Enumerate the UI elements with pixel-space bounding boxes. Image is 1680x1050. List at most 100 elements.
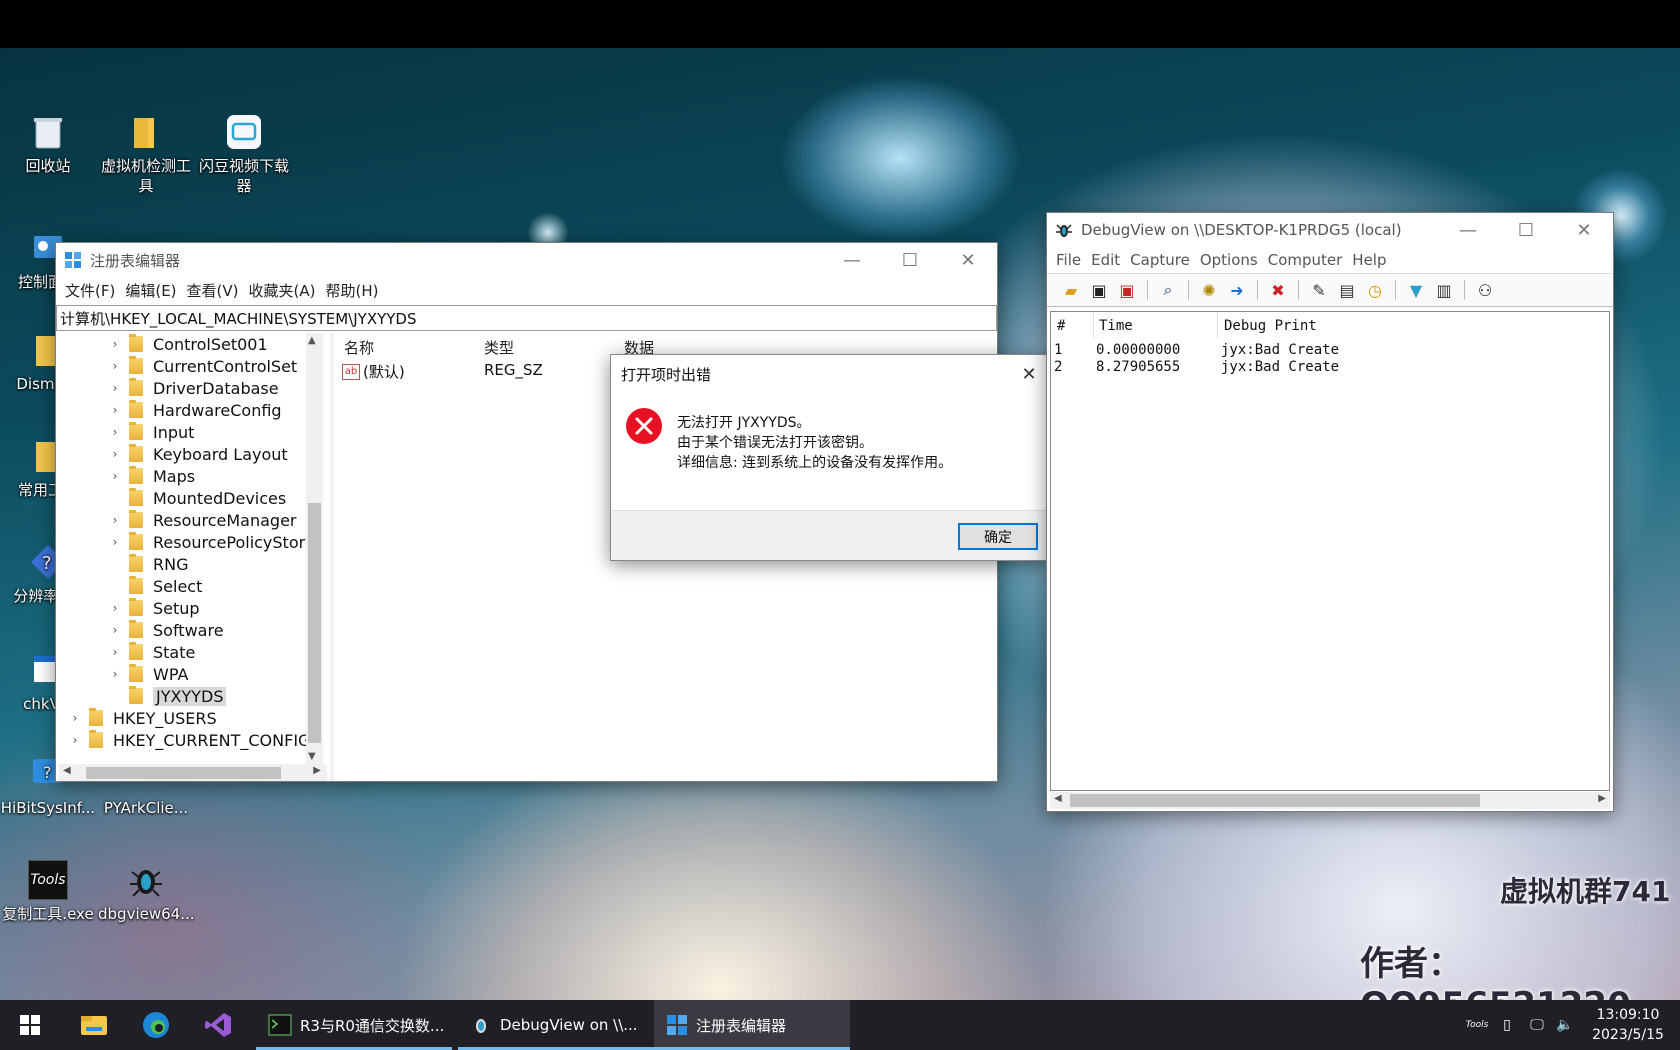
tree-node[interactable]: › Setup	[107, 597, 200, 619]
menu-view[interactable]: 查看(V)	[182, 280, 244, 301]
maximize-button[interactable]: ☐	[881, 243, 939, 277]
address-bar[interactable]: 计算机\HKEY_LOCAL_MACHINE\SYSTEM\JYXYYDS	[56, 305, 997, 331]
menu-favorites[interactable]: 收藏夹(A)	[244, 280, 321, 301]
tree-hscroll-thumb[interactable]	[86, 767, 281, 779]
history-icon[interactable]: ▤	[1333, 279, 1361, 301]
tree-node[interactable]: › State	[107, 641, 195, 663]
menu-help[interactable]: 帮助(H)	[320, 280, 383, 301]
tree-node[interactable]: › CurrentControlSet	[107, 355, 297, 377]
menu-file[interactable]: 文件(F)	[60, 280, 120, 301]
maximize-button[interactable]: ☐	[1497, 213, 1555, 247]
close-button[interactable]: ✕	[1555, 213, 1613, 247]
clear-icon[interactable]: ✖	[1264, 279, 1292, 301]
save-icon[interactable]: ▣	[1085, 279, 1113, 301]
expand-chevron-icon[interactable]: ›	[107, 359, 123, 373]
desktop-icon-dbgview[interactable]: dbgview64...	[98, 860, 195, 924]
expand-chevron-icon[interactable]: ›	[107, 535, 123, 549]
scroll-left-icon[interactable]: ◀	[1054, 793, 1062, 804]
highlight-icon[interactable]: ▼	[1402, 279, 1430, 301]
file-explorer-button[interactable]	[70, 1000, 118, 1050]
column-debug-print[interactable]: Debug Print	[1224, 318, 1317, 334]
scroll-left-icon[interactable]: ◀	[63, 765, 71, 776]
minimize-button[interactable]: —	[1439, 213, 1497, 247]
tree-node[interactable]: › ResourcePolicyStore	[107, 531, 315, 553]
tree-scroll-thumb[interactable]	[308, 503, 321, 743]
expand-chevron-icon[interactable]: ›	[107, 645, 123, 659]
expand-chevron-icon[interactable]: ›	[107, 667, 123, 681]
expand-chevron-icon[interactable]: ›	[107, 381, 123, 395]
tree-node[interactable]: › Input	[107, 421, 194, 443]
task-regedit[interactable]: 注册表编辑器	[654, 1000, 850, 1050]
column-name[interactable]: 名称	[344, 337, 374, 358]
tree-node[interactable]: › Maps	[107, 465, 195, 487]
scroll-right-icon[interactable]: ▶	[1598, 793, 1606, 804]
tree-node[interactable]: › ResourceManager	[107, 509, 297, 531]
filter-icon[interactable]: ✎	[1305, 279, 1333, 301]
network-icon[interactable]: 🖵	[1524, 1000, 1550, 1050]
edge-button[interactable]	[132, 1000, 180, 1050]
column-time[interactable]: Time	[1099, 318, 1133, 334]
close-button[interactable]: ✕	[939, 243, 997, 277]
tree-node[interactable]: › HKEY_USERS	[67, 707, 217, 729]
expand-chevron-icon[interactable]: ›	[107, 601, 123, 615]
tree-node[interactable]: Select	[107, 575, 202, 597]
task-r3-r0[interactable]: R3与R0通信交换数...	[256, 1000, 452, 1050]
expand-chevron-icon[interactable]: ›	[107, 513, 123, 527]
capture-icon[interactable]: ✺	[1195, 279, 1223, 301]
scroll-right-icon[interactable]: ▶	[313, 765, 321, 776]
highlight-colors-icon[interactable]: ▥	[1430, 279, 1458, 301]
visual-studio-button[interactable]	[194, 1000, 242, 1050]
expand-chevron-icon[interactable]: ›	[107, 469, 123, 483]
expand-chevron-icon[interactable]: ›	[67, 733, 83, 747]
expand-chevron-icon[interactable]: ›	[107, 403, 123, 417]
usb-icon[interactable]: ▯	[1496, 1000, 1518, 1050]
value-row[interactable]: ab (默认)	[342, 361, 405, 382]
desktop-icon-copy-tool[interactable]: Tools 复制工具.exe	[0, 860, 96, 924]
clock-icon[interactable]: ◷	[1361, 279, 1389, 301]
binoculars-icon[interactable]: ⚇	[1471, 279, 1499, 301]
column-number[interactable]: #	[1057, 318, 1065, 334]
clock[interactable]: 13:09:10 2023/5/15	[1580, 1000, 1676, 1050]
menu-help[interactable]: Help	[1347, 251, 1391, 269]
expand-chevron-icon[interactable]: ›	[107, 623, 123, 637]
desktop-icon-vm-detect[interactable]: 虚拟机检测工具	[98, 112, 194, 196]
tree-node[interactable]: › DriverDatabase	[107, 377, 279, 399]
tree-node[interactable]: › HKEY_CURRENT_CONFIG	[67, 729, 310, 751]
tray-tools[interactable]: Tools	[1462, 1000, 1492, 1050]
expand-chevron-icon[interactable]: ›	[107, 425, 123, 439]
pane-splitter[interactable]	[330, 333, 334, 781]
menu-edit[interactable]: Edit	[1086, 251, 1125, 269]
desktop-icon-video-downloader[interactable]: 闪豆视频下载器	[196, 112, 292, 196]
open-icon[interactable]: ▰	[1057, 279, 1085, 301]
task-debugview[interactable]: DebugView on \\...	[458, 1000, 654, 1050]
tree-node[interactable]: MountedDevices	[107, 487, 286, 509]
tree-node[interactable]: › WPA	[107, 663, 188, 685]
menu-file[interactable]: File	[1051, 251, 1086, 269]
menu-options[interactable]: Options	[1195, 251, 1263, 269]
volume-icon[interactable]: 🔈	[1552, 1000, 1578, 1050]
dialog-close-button[interactable]: ✕	[1007, 355, 1051, 393]
scroll-up-icon[interactable]: ▲	[308, 335, 316, 346]
autoscroll-icon[interactable]: ➜	[1223, 279, 1251, 301]
scroll-down-icon[interactable]: ▼	[308, 751, 316, 762]
minimize-button[interactable]: —	[823, 243, 881, 277]
tree-node[interactable]: JYXYYDS	[107, 685, 227, 707]
tree-node[interactable]: › ControlSet001	[107, 333, 268, 355]
menu-computer[interactable]: Computer	[1263, 251, 1348, 269]
save-as-icon[interactable]: ▣	[1113, 279, 1141, 301]
find-icon[interactable]: ⌕	[1154, 279, 1182, 301]
expand-chevron-icon[interactable]: ›	[67, 711, 83, 725]
tree-node[interactable]: RNG	[107, 553, 188, 575]
tree-node[interactable]: › Keyboard Layout	[107, 443, 288, 465]
expand-chevron-icon[interactable]: ›	[107, 337, 123, 351]
debugview-scroll-thumb[interactable]	[1070, 794, 1480, 807]
debugview-horizontal-scrollbar[interactable]: ◀ ▶	[1050, 792, 1610, 809]
menu-capture[interactable]: Capture	[1125, 251, 1195, 269]
column-type[interactable]: 类型	[484, 337, 514, 358]
ok-button[interactable]: 确定	[958, 523, 1038, 550]
desktop-icon-recycle-bin[interactable]: 回收站	[0, 112, 96, 176]
expand-chevron-icon[interactable]: ›	[107, 447, 123, 461]
menu-edit[interactable]: 编辑(E)	[120, 280, 181, 301]
start-button[interactable]	[6, 1000, 54, 1050]
tree-node[interactable]: › Software	[107, 619, 224, 641]
